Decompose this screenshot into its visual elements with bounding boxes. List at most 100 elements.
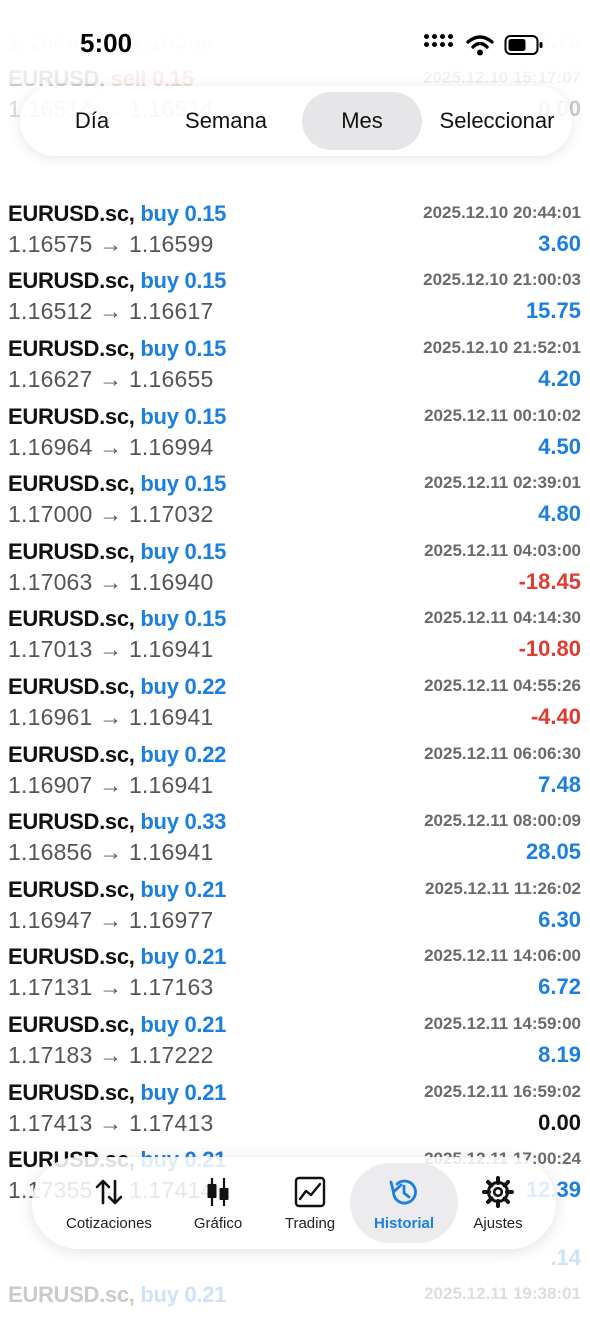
trade-separator: ,	[128, 200, 141, 226]
arrow-right-icon: →	[92, 230, 129, 257]
trade-row[interactable]: EURUSD.sc, buy 0.21 2025.12.11 14:06:00 1.…	[0, 934, 590, 1001]
tab-ajustes[interactable]: Ajustes	[458, 1163, 538, 1243]
trade-row[interactable]: EURUSD.sc, buy 0.15 2025.12.10 21:52:01 1.…	[0, 326, 590, 393]
trade-volume: 0.22	[184, 741, 227, 767]
trade-profit: 4.50	[538, 433, 581, 459]
trade-open-price: 1.16627	[8, 366, 93, 392]
trade-symbol-line: EURUSD.sc, buy 0.22	[8, 674, 226, 700]
trade-symbol: EURUSD.sc	[8, 336, 129, 361]
trade-symbol-line: EURUSD.sc, buy 0.21	[8, 1080, 226, 1106]
trade-row[interactable]: EURUSD.sc, buy 0.15 2025.12.11 00:10:02 1.…	[0, 394, 590, 461]
trade-row[interactable]: EURUSD.sc, buy 0.21 2025.12.11 14:59:00 1.…	[0, 1002, 590, 1069]
trade-close-price: 1.16994	[128, 433, 214, 460]
period-option-semana[interactable]: Semana	[166, 92, 286, 150]
trade-row[interactable]: EURUSD.sc, buy 0.22 2025.12.11 06:06:30 1.…	[0, 732, 590, 799]
trade-time: 2025.12.11 19:38:01	[424, 1284, 581, 1304]
wifi-icon	[466, 35, 494, 56]
trade-side: buy	[140, 538, 179, 564]
trade-side: buy	[140, 1012, 179, 1037]
period-option-mes[interactable]: Mes	[302, 92, 422, 150]
trade-volume: 0.33	[184, 809, 227, 835]
tab-historial[interactable]: Historial	[350, 1163, 458, 1243]
trade-prices: 1.16964 → 1.16994	[8, 434, 213, 461]
trade-prices: 1.16947 → 1.16977	[8, 907, 213, 934]
trade-symbol-line: EURUSD.sc, buy 0.15	[8, 404, 226, 430]
trade-prices: 1.16856 → 1.16941	[8, 839, 213, 866]
trade-profit: -4.40	[530, 704, 581, 729]
trade-open-price: 1.16947	[8, 906, 93, 933]
trade-symbol: EURUSD.sc	[8, 944, 129, 970]
trade-prices: 1.17183 → 1.17222	[8, 1042, 213, 1069]
trade-separator: ,	[128, 809, 141, 835]
trade-close-price: 1.16977	[128, 906, 214, 933]
arrow-right-icon: →	[92, 568, 129, 595]
trade-symbol: EURUSD.sc	[8, 674, 129, 699]
history-icon	[389, 1179, 417, 1205]
trade-open-price: 1.17131	[8, 974, 93, 1001]
trade-volume: 0.21	[184, 876, 227, 902]
trade-volume: 0.15	[184, 606, 227, 632]
tab-trading[interactable]: Trading	[268, 1163, 352, 1243]
trade-volume: 0.15	[184, 336, 227, 361]
trade-separator: ,	[128, 471, 141, 497]
trade-separator: ,	[128, 538, 141, 564]
arrow-right-icon: →	[92, 433, 129, 460]
candlestick-icon	[207, 1178, 229, 1206]
trade-row[interactable]: EURUSD.sc, buy 0.15 2025.12.10 21:00:03 1.…	[0, 258, 590, 325]
trade-row[interactable]: EURUSD.sc, buy 0.21 2025.12.11 16:59:02 1.…	[0, 1070, 590, 1137]
status-icons	[424, 32, 544, 58]
trade-profit: 6.30	[538, 906, 581, 932]
trade-prices: 1.17413 → 1.17413	[8, 1110, 213, 1137]
trade-row[interactable]: EURUSD.sc, buy 0.22 2025.12.11 04:55:26 1.…	[0, 664, 590, 731]
trade-symbol: EURUSD.sc	[8, 538, 129, 564]
trade-side: buy	[140, 876, 179, 902]
trade-row[interactable]: EURUSD.sc, buy 0.15 2025.12.10 20:44:01 1.…	[0, 191, 590, 258]
trade-prices: 1.16627 → 1.16655	[8, 366, 213, 393]
tab-cotizaciones[interactable]: Cotizaciones	[50, 1163, 168, 1243]
tab-label: Historial	[373, 1215, 434, 1232]
trade-row[interactable]: EURUSD.sc, buy 0.21 2025.12.11 11:26:02 1.…	[0, 867, 590, 934]
trade-open-price: 1.17183	[8, 1042, 93, 1068]
trade-row[interactable]: EURUSD.sc, buy 0.33 2025.12.11 08:00:09 1.…	[0, 799, 590, 866]
trade-side: buy	[140, 200, 179, 226]
trade-close-price: 1.16941	[128, 704, 214, 730]
trade-symbol-line: EURUSD.sc, buy 0.15	[8, 336, 226, 362]
trade-time: 2025.12.11 06:06:30	[424, 743, 581, 763]
trade-close-price: 1.16941	[128, 771, 214, 798]
tab-label: Ajustes	[473, 1215, 523, 1232]
trade-open-price: 1.16907	[8, 771, 93, 798]
trade-time: 2025.12.11 04:14:30	[424, 608, 581, 628]
trade-separator: ,	[128, 674, 141, 699]
arrow-right-icon: →	[92, 501, 129, 528]
trade-profit: 28.05	[525, 839, 581, 865]
trade-volume: 0.15	[184, 538, 227, 564]
trade-time: 2025.12.11 04:55:26	[424, 676, 581, 695]
trade-open-price: 1.16964	[8, 433, 93, 460]
trade-row[interactable]: EURUSD.sc, buy 0.21 2025.12.11 19:38:01	[0, 1272, 590, 1339]
tab-label: Trading	[284, 1215, 336, 1232]
trade-row[interactable]: EURUSD.sc, buy 0.15 2025.12.11 04:14:30 1.…	[0, 596, 590, 663]
trade-symbol: EURUSD.sc	[8, 1012, 129, 1037]
arrow-right-icon: →	[92, 1042, 129, 1068]
trade-close-price: 1.16940	[128, 568, 214, 595]
trade-volume: 0.21	[184, 1012, 227, 1037]
arrow-right-icon: →	[92, 1109, 129, 1136]
trade-symbol-line: EURUSD.sc, buy 0.15	[8, 201, 226, 227]
trade-time: 2025.12.11 02:39:01	[424, 473, 581, 493]
trade-separator: ,	[128, 944, 141, 970]
trade-row[interactable]: EURUSD.sc, buy 0.15 2025.12.11 04:03:00 1.…	[0, 529, 590, 596]
tab-grafico[interactable]: Gráfico	[168, 1163, 268, 1243]
arrow-right-icon: →	[92, 704, 129, 730]
trade-symbol: EURUSD.sc	[8, 809, 129, 835]
trade-open-price: 1.17013	[8, 636, 93, 663]
trade-time: 2025.12.11 04:03:00	[424, 540, 581, 560]
trade-close-price: 1.16599	[128, 230, 214, 257]
trade-profit: 4.80	[538, 501, 581, 527]
trade-row[interactable]: EURUSD.sc, buy 0.15 2025.12.11 02:39:01 1.…	[0, 461, 590, 528]
trade-time: 2025.12.11 14:06:00	[424, 946, 581, 966]
arrow-right-icon: →	[92, 771, 129, 798]
period-option-seleccionar[interactable]: Seleccionar	[428, 92, 566, 150]
period-option-dia[interactable]: Día	[42, 92, 142, 150]
trade-profit: 8.19	[538, 1042, 581, 1067]
trade-close-price: 1.17222	[128, 1042, 214, 1068]
